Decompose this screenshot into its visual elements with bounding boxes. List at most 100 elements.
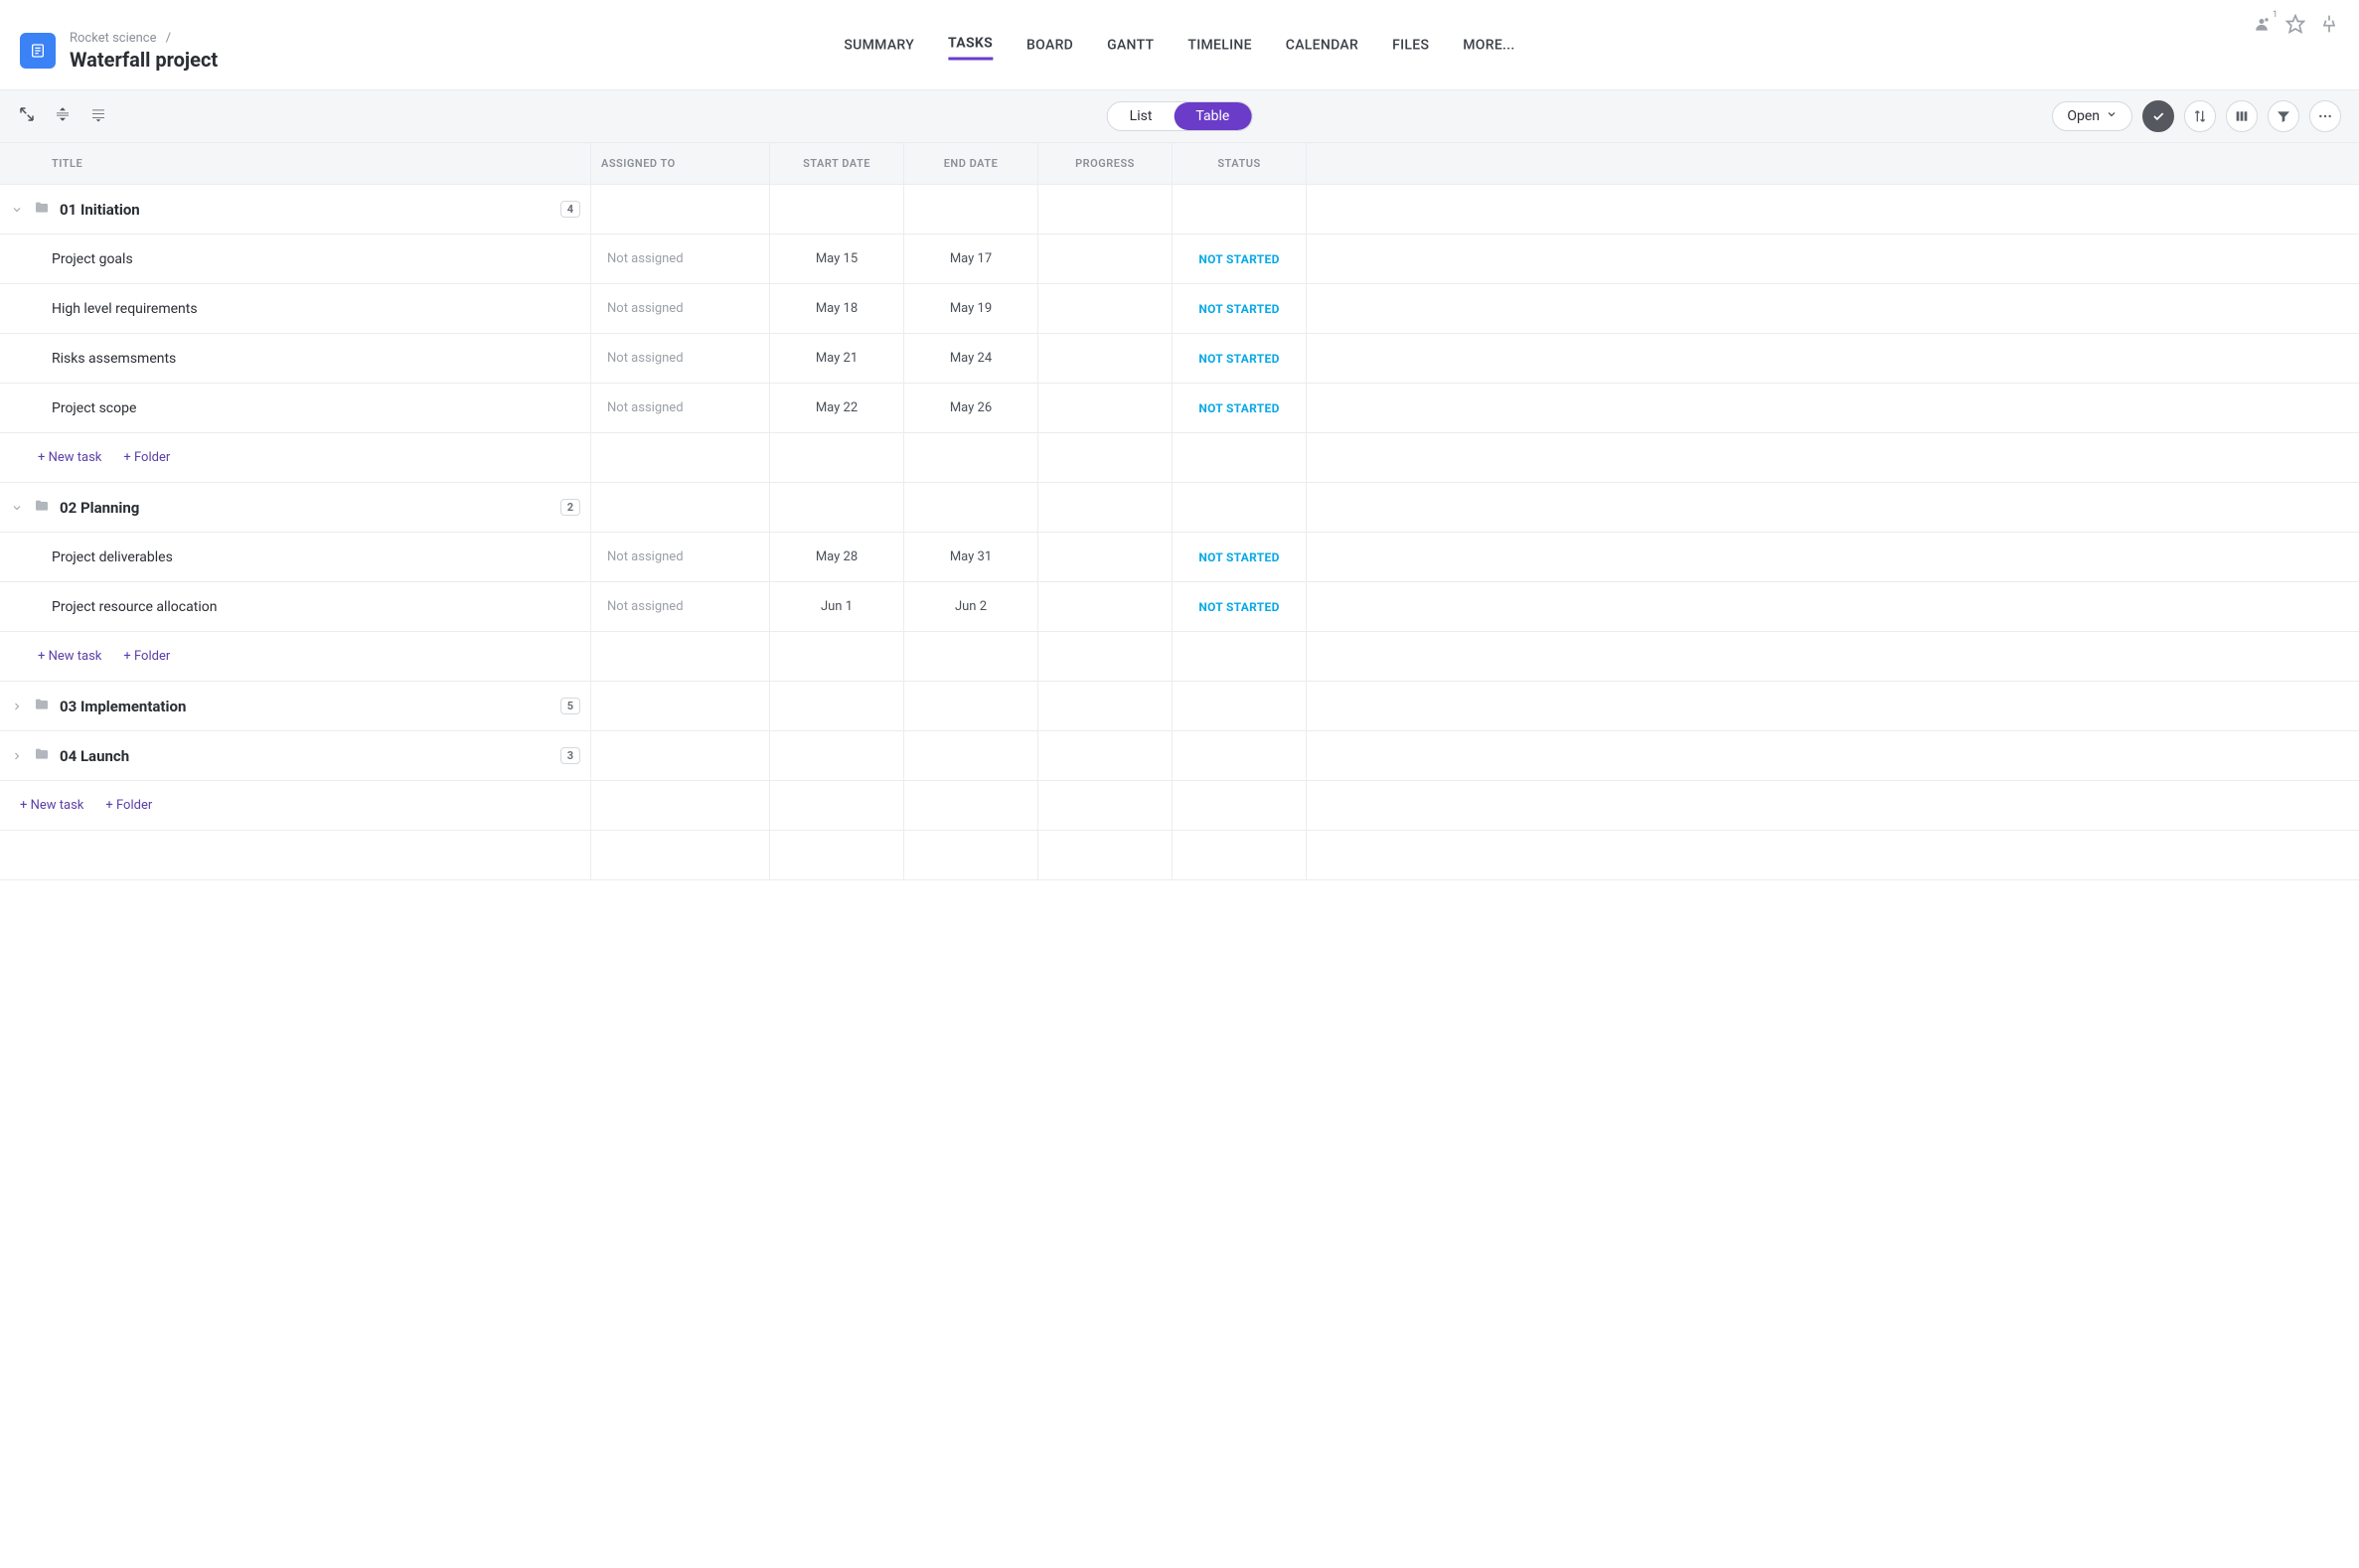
task-assigned[interactable]: Not assigned [607,351,684,366]
tasks-check-button[interactable] [2142,100,2174,132]
task-progress[interactable] [1038,384,1173,432]
nav-files[interactable]: FILES [1392,31,1429,59]
nav-more[interactable]: MORE... [1463,31,1514,59]
task-status[interactable]: NOT STARTED [1198,600,1279,614]
more-button[interactable] [2309,100,2341,132]
view-toggle: List Table [1107,101,1253,131]
filter-button[interactable] [2268,100,2299,132]
task-title: Project deliverables [52,549,173,565]
status-filter-dropdown[interactable]: Open [2052,101,2132,131]
nav-calendar[interactable]: CALENDAR [1286,31,1358,59]
folder-icon [34,697,50,716]
project-icon [20,33,56,69]
task-status[interactable]: NOT STARTED [1198,302,1279,316]
col-assigned[interactable]: ASSIGNED TO [591,143,770,184]
collapse-all-icon[interactable] [54,105,72,127]
task-assigned[interactable]: Not assigned [607,400,684,415]
new-folder-link[interactable]: + Folder [123,649,170,664]
task-end-date[interactable]: May 31 [950,549,992,564]
col-title[interactable]: TITLE [0,143,591,184]
task-title: Project goals [52,251,133,267]
task-assigned[interactable]: Not assigned [607,251,684,266]
folder-icon [34,498,50,518]
new-task-link[interactable]: + New task [38,450,101,465]
new-folder-link[interactable]: + Folder [123,450,170,465]
task-progress[interactable] [1038,235,1173,283]
task-start-date[interactable]: May 18 [816,301,858,316]
empty-row [0,831,2359,880]
folder-count-badge: 3 [560,747,580,764]
task-assigned[interactable]: Not assigned [607,301,684,316]
task-status[interactable]: NOT STARTED [1198,550,1279,564]
task-row[interactable]: Project resource allocation Not assigned… [0,582,2359,632]
task-progress[interactable] [1038,533,1173,581]
sort-button[interactable] [2184,100,2216,132]
view-table-tab[interactable]: Table [1174,102,1251,130]
folder-row[interactable]: 01 Initiation 4 [0,185,2359,235]
task-status[interactable]: NOT STARTED [1198,252,1279,266]
breadcrumb-parent[interactable]: Rocket science [70,31,157,46]
task-end-date[interactable]: May 19 [950,301,992,316]
columns-button[interactable] [2226,100,2258,132]
folder-name: 01 Initiation [60,201,140,219]
folder-row[interactable]: 02 Planning 2 [0,483,2359,533]
task-end-date[interactable]: Jun 2 [955,599,987,614]
chevron-down-icon [2106,108,2118,124]
folder-count-badge: 4 [560,201,580,218]
chevron-down-icon[interactable] [10,204,24,216]
task-status[interactable]: NOT STARTED [1198,401,1279,415]
header-actions: 1 [2252,14,2339,38]
chevron-right-icon[interactable] [10,750,24,762]
pin-icon[interactable] [2319,14,2339,38]
expand-icon[interactable] [18,105,36,127]
task-progress[interactable] [1038,582,1173,631]
page-title: Waterfall project [70,48,218,72]
new-task-link[interactable]: + New task [38,649,101,664]
folder-name: 02 Planning [60,499,139,517]
nav-gantt[interactable]: GANTT [1107,31,1154,59]
task-start-date[interactable]: May 28 [816,549,858,564]
col-start[interactable]: START DATE [770,143,904,184]
expand-all-icon[interactable] [89,105,107,127]
main-nav: SUMMARY TASKS BOARD GANTT TIMELINE CALENDAR FI… [844,30,1514,61]
task-title: Risks assemsments [52,351,176,367]
nav-timeline[interactable]: TIMELINE [1187,31,1251,59]
task-row[interactable]: Project deliverables Not assigned May 28… [0,533,2359,582]
nav-summary[interactable]: SUMMARY [844,31,914,59]
task-start-date[interactable]: May 22 [816,400,858,415]
title-block: Rocket science / Waterfall project [70,31,218,72]
col-end[interactable]: END DATE [904,143,1038,184]
folder-name: 04 Launch [60,747,129,765]
task-start-date[interactable]: Jun 1 [821,599,853,614]
task-start-date[interactable]: May 15 [816,251,858,266]
chevron-right-icon[interactable] [10,701,24,712]
nav-tasks[interactable]: TASKS [948,30,993,61]
share-count: 1 [2273,10,2278,20]
task-progress[interactable] [1038,284,1173,333]
toolbar: List Table Open [0,89,2359,143]
task-end-date[interactable]: May 26 [950,400,992,415]
task-progress[interactable] [1038,334,1173,383]
share-icon[interactable]: 1 [2252,14,2272,38]
task-row[interactable]: Project scope Not assigned May 22 May 26… [0,384,2359,433]
bottom-new-task-link[interactable]: + New task [20,798,83,813]
task-assigned[interactable]: Not assigned [607,599,684,614]
col-status[interactable]: STATUS [1173,143,1307,184]
task-row[interactable]: Project goals Not assigned May 15 May 17… [0,235,2359,284]
task-title: High level requirements [52,301,198,317]
task-status[interactable]: NOT STARTED [1198,352,1279,366]
bottom-new-folder-link[interactable]: + Folder [105,798,152,813]
star-icon[interactable] [2285,14,2305,38]
chevron-down-icon[interactable] [10,502,24,514]
task-end-date[interactable]: May 17 [950,251,992,266]
task-assigned[interactable]: Not assigned [607,549,684,564]
task-row[interactable]: Risks assemsments Not assigned May 21 Ma… [0,334,2359,384]
task-start-date[interactable]: May 21 [816,351,858,366]
task-row[interactable]: High level requirements Not assigned May… [0,284,2359,334]
folder-row[interactable]: 04 Launch 3 [0,731,2359,781]
view-list-tab[interactable]: List [1108,102,1175,130]
task-end-date[interactable]: May 24 [950,351,992,366]
col-progress[interactable]: PROGRESS [1038,143,1173,184]
nav-board[interactable]: BOARD [1026,31,1073,59]
folder-row[interactable]: 03 Implementation 5 [0,682,2359,731]
